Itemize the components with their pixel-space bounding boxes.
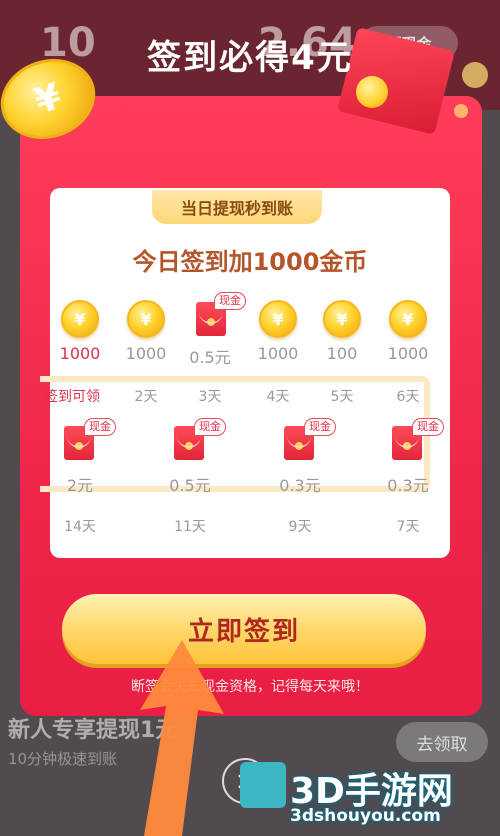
milestone-day: 11天 [174,519,206,535]
reward-amount: 1000 [59,344,101,363]
footnote-text: 断签会失去现金资格，记得每天来哦！ [131,679,369,695]
coin-symbol: ¥ [336,309,348,329]
coin-symbol: ¥ [272,309,284,329]
coin-symbol: ¥ [29,75,67,123]
cash-tag: 现金 [84,418,116,436]
coin-icon: ¥ [259,300,297,338]
reward-amount: 1000 [257,344,299,363]
milestone-amount: 0.3元 [387,476,429,495]
modal-title: 签到必得4元 [147,38,353,78]
reward-amount: 1000 [387,344,429,363]
day-label-today: 签到可领 [44,389,100,405]
coin-symbol: ¥ [140,309,152,329]
day-label: 6天 [396,389,420,405]
day-label: 3天 [198,389,222,405]
milestone-amount: 2元 [66,476,94,495]
claim-button-label: 去领取 [416,734,468,755]
day-label: 2天 [134,389,158,405]
day-label: 5天 [330,389,354,405]
coin-icon: ¥ [127,300,165,338]
card-title: 今日签到加1000金币 [132,248,368,276]
cash-tag: 现金 [214,292,246,310]
cash-tag: 现金 [304,418,336,436]
coin-icon: ¥ [323,300,361,338]
ribbon-text: 当日提现秒到账 [180,199,293,218]
reward-amount: 100 [326,344,358,363]
claim-button[interactable]: 去领取 [396,722,488,762]
coin-icon: ¥ [389,300,427,338]
envelope-coin-decoration [356,76,388,108]
coin-symbol: ¥ [74,309,86,329]
watermark-logo-icon [240,762,286,808]
reward-amount: 0.5元 [189,348,231,367]
task-subtitle: 10分钟极速到账 [8,750,118,768]
coin-icon: ¥ [61,300,99,338]
day-label: 4天 [266,389,290,405]
milestone-amount: 0.5元 [169,476,211,495]
bubble-decoration [454,104,468,118]
coin-symbol: ¥ [402,309,414,329]
reward-amount: 1000 [125,344,167,363]
milestone-day: 9天 [288,519,312,535]
cash-tag: 现金 [412,418,444,436]
checkin-button[interactable]: 立即签到 [62,594,426,664]
watermark-url: 3dshouyou.com [290,806,441,826]
arrow-pointer-icon [140,640,224,836]
milestone-day: 14天 [64,519,96,535]
cash-tag: 现金 [194,418,226,436]
milestone-day: 7天 [396,519,420,535]
milestone-amount: 0.3元 [279,476,321,495]
withdraw-ribbon: 当日提现秒到账 [152,190,322,224]
